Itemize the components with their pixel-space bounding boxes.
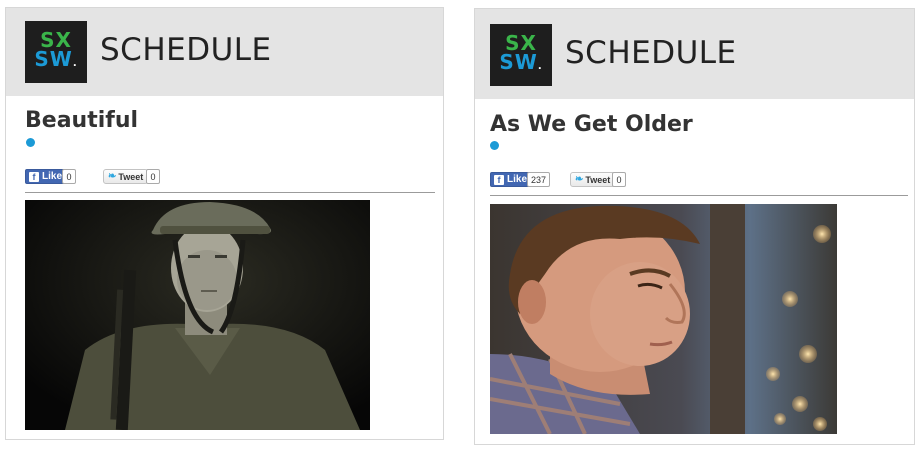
facebook-icon: f bbox=[29, 171, 39, 182]
event-photo-young-man[interactable] bbox=[490, 204, 837, 434]
sxsw-logo[interactable]: SX SW. bbox=[25, 21, 87, 83]
logo-dot: . bbox=[72, 58, 78, 69]
tweet-button[interactable]: ❧ Tweet bbox=[103, 169, 149, 184]
facebook-like-button[interactable]: f Like bbox=[490, 172, 533, 187]
blue-dot-icon bbox=[26, 138, 35, 147]
twitter-bird-icon: ❧ bbox=[575, 174, 584, 185]
event-title: Beautiful bbox=[25, 108, 139, 133]
tweet-label: Tweet bbox=[118, 171, 144, 182]
tweet-count: 0 bbox=[612, 172, 626, 187]
facebook-icon: f bbox=[494, 174, 504, 185]
logo-text: SW bbox=[499, 50, 538, 74]
twitter-bird-icon: ❧ bbox=[108, 171, 117, 182]
logo-text: SW bbox=[34, 47, 73, 71]
schedule-card: SX SW. SCHEDULE Beautiful f Like 0 ❧ Twe… bbox=[5, 7, 444, 440]
card-header: SX SW. SCHEDULE bbox=[6, 8, 443, 96]
blue-dot-icon bbox=[490, 141, 499, 150]
like-label: Like bbox=[42, 171, 63, 182]
tweet-count: 0 bbox=[146, 169, 160, 184]
sxsw-logo[interactable]: SX SW. bbox=[490, 24, 552, 86]
tweet-button[interactable]: ❧ Tweet bbox=[570, 172, 616, 187]
like-count: 237 bbox=[527, 172, 551, 187]
event-title: As We Get Older bbox=[490, 112, 693, 137]
event-photo-soldier[interactable] bbox=[25, 200, 370, 430]
header-title: SCHEDULE bbox=[565, 35, 737, 71]
like-label: Like bbox=[507, 174, 528, 185]
schedule-card: SX SW. SCHEDULE As We Get Older f Like 2… bbox=[474, 8, 915, 445]
tweet-label: Tweet bbox=[585, 174, 611, 185]
facebook-like-button[interactable]: f Like bbox=[25, 169, 68, 184]
divider bbox=[25, 192, 435, 193]
header-title: SCHEDULE bbox=[100, 32, 272, 68]
like-count: 0 bbox=[62, 169, 76, 184]
divider bbox=[490, 195, 908, 196]
card-header: SX SW. SCHEDULE bbox=[475, 9, 914, 99]
logo-dot: . bbox=[537, 61, 543, 72]
